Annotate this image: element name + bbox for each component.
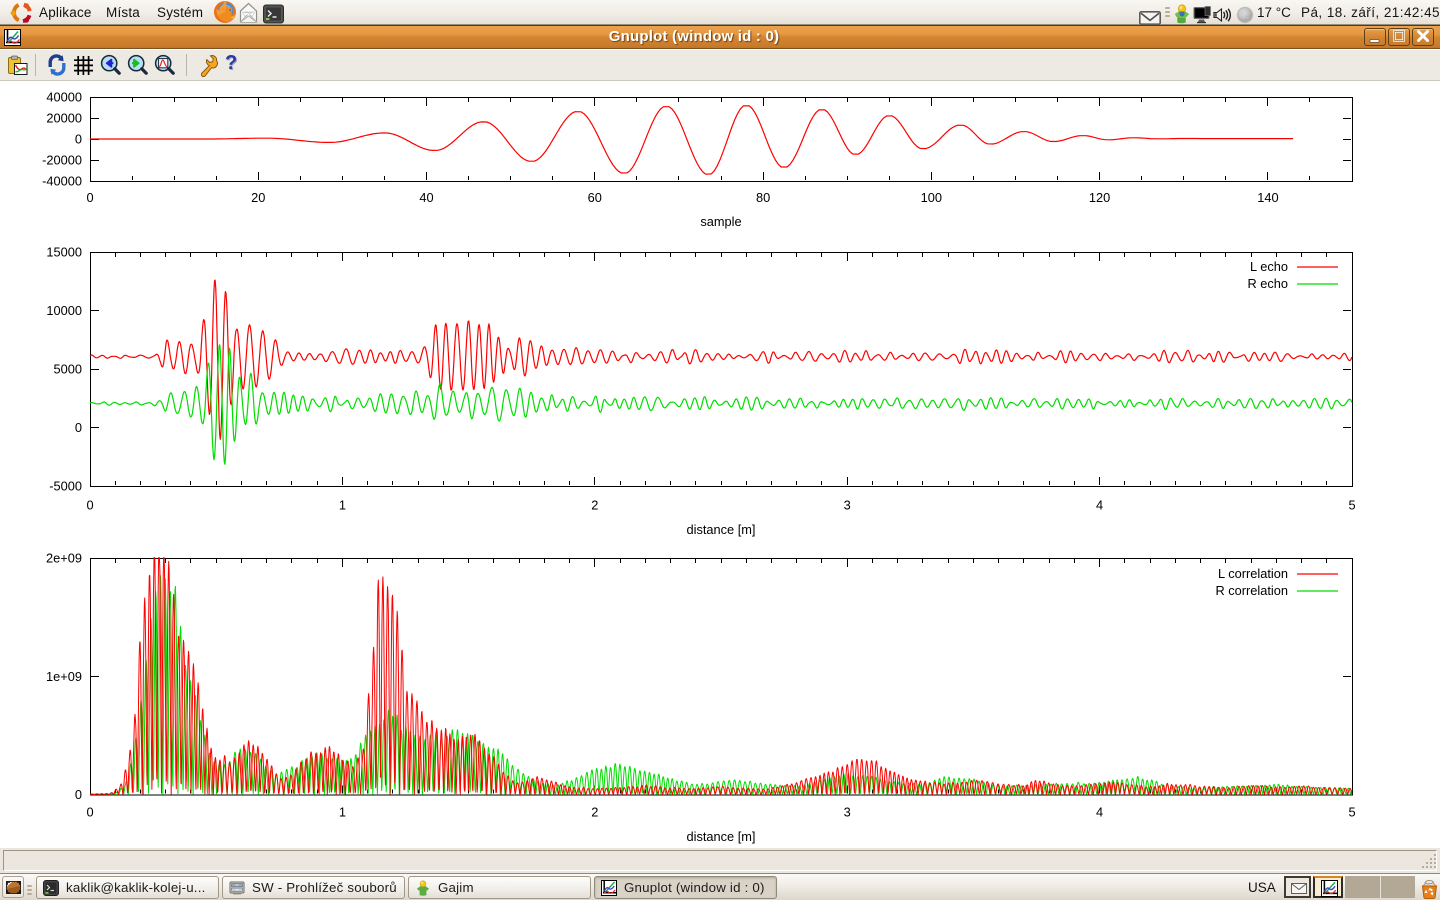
svg-text:sample: sample (700, 214, 741, 229)
svg-text:120: 120 (1089, 190, 1110, 205)
svg-text:R correlation: R correlation (1215, 583, 1288, 598)
svg-text:10000: 10000 (46, 303, 82, 318)
svg-text:15000: 15000 (46, 245, 82, 260)
svg-text:distance [m]: distance [m] (687, 522, 756, 537)
svg-text:0: 0 (86, 190, 93, 205)
svg-text:60: 60 (588, 190, 602, 205)
svg-text:0: 0 (86, 498, 93, 513)
svg-text:5: 5 (1348, 498, 1355, 513)
svg-text:L correlation: L correlation (1218, 566, 1288, 581)
svg-text:2e+09: 2e+09 (46, 551, 82, 566)
svg-text:-40000: -40000 (42, 174, 82, 189)
svg-text:L echo: L echo (1250, 259, 1288, 274)
svg-text:distance [m]: distance [m] (687, 829, 756, 844)
svg-text:1: 1 (339, 805, 346, 820)
svg-text:20000: 20000 (46, 111, 82, 126)
svg-text:3: 3 (844, 498, 851, 513)
svg-text:100: 100 (921, 190, 942, 205)
svg-text:4: 4 (1096, 805, 1103, 820)
svg-text:3: 3 (844, 805, 851, 820)
svg-text:80: 80 (756, 190, 770, 205)
svg-text:40: 40 (419, 190, 433, 205)
svg-text:1: 1 (339, 498, 346, 513)
svg-text:0: 0 (86, 805, 93, 820)
svg-text:0: 0 (75, 420, 82, 435)
svg-text:-5000: -5000 (49, 479, 82, 494)
svg-text:4: 4 (1096, 498, 1103, 513)
svg-text:1e+09: 1e+09 (46, 669, 82, 684)
svg-text:0: 0 (75, 787, 82, 802)
svg-text:2: 2 (591, 498, 598, 513)
svg-text:5: 5 (1348, 805, 1355, 820)
svg-text:2: 2 (591, 805, 598, 820)
svg-text:20: 20 (251, 190, 265, 205)
svg-text:5000: 5000 (54, 362, 82, 377)
svg-text:-20000: -20000 (42, 153, 82, 168)
svg-text:40000: 40000 (46, 90, 82, 105)
svg-text:140: 140 (1257, 190, 1278, 205)
svg-text:R echo: R echo (1247, 276, 1288, 291)
svg-text:0: 0 (75, 132, 82, 147)
